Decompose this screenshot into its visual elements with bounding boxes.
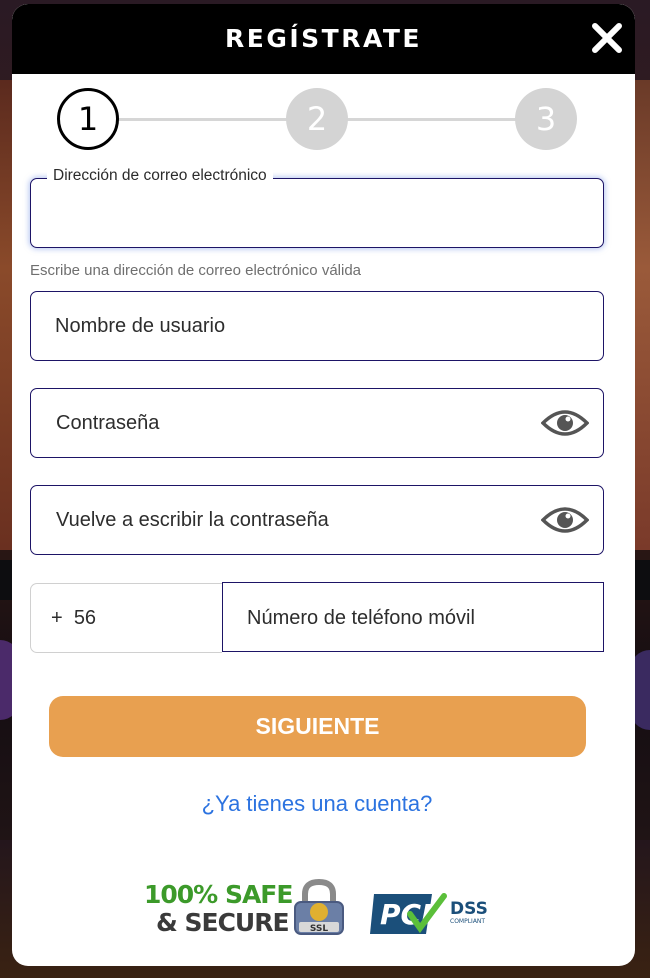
step-1-indicator: 1 xyxy=(57,88,119,150)
eye-icon[interactable] xyxy=(540,504,590,536)
dss-text: DSS xyxy=(450,899,488,919)
password-placeholder: Contraseña xyxy=(56,412,160,434)
next-button[interactable]: SIGUIENTE xyxy=(49,696,586,757)
confirm-password-placeholder: Vuelve a escribir la contraseña xyxy=(56,509,329,531)
stepper-line-2 xyxy=(346,118,520,121)
phone-number-field[interactable]: Número de teléfono móvil xyxy=(222,582,604,652)
username-placeholder: Nombre de usuario xyxy=(55,315,226,337)
email-field-label: Dirección de correo electrónico xyxy=(47,167,273,185)
registration-modal: REGÍSTRATE 1 2 3 Dirección de correo ele… xyxy=(12,4,635,966)
safe-secure-badge: 100% SAFE & SECURE xyxy=(144,880,293,937)
country-code-selector[interactable]: + 56 xyxy=(30,583,222,653)
country-code-value: 56 xyxy=(73,607,97,629)
step-3-indicator: 3 xyxy=(515,88,577,150)
ssl-badge-text: SSL xyxy=(310,924,329,934)
email-field[interactable]: Dirección de correo electrónico xyxy=(30,167,604,248)
safe-badge-line1: 100% SAFE xyxy=(144,880,293,909)
password-field[interactable]: Contraseña xyxy=(30,388,604,458)
username-field[interactable]: Nombre de usuario xyxy=(30,291,604,361)
eye-icon[interactable] xyxy=(540,407,590,439)
modal-title: REGÍSTRATE xyxy=(225,24,422,53)
modal-header: REGÍSTRATE xyxy=(12,4,635,74)
confirm-password-field[interactable]: Vuelve a escribir la contraseña xyxy=(30,485,604,555)
safe-badge-line2: & SECURE xyxy=(156,908,290,937)
phone-placeholder: Número de teléfono móvil xyxy=(247,607,475,629)
login-link[interactable]: ¿Ya tienes una cuenta? xyxy=(12,791,622,817)
dss-compliant-text: COMPLIANT xyxy=(450,918,485,925)
ssl-lock-icon: SSL xyxy=(287,876,351,938)
close-icon[interactable] xyxy=(589,20,625,56)
country-code-text: + 56 xyxy=(51,607,96,630)
stepper-line-1 xyxy=(118,118,293,121)
pci-dss-badge: PCI DSS COMPLIANT xyxy=(370,886,496,938)
country-code-plus: + xyxy=(51,607,63,629)
email-hint: Escribe una dirección de correo electrón… xyxy=(30,262,362,279)
step-2-indicator: 2 xyxy=(286,88,348,150)
